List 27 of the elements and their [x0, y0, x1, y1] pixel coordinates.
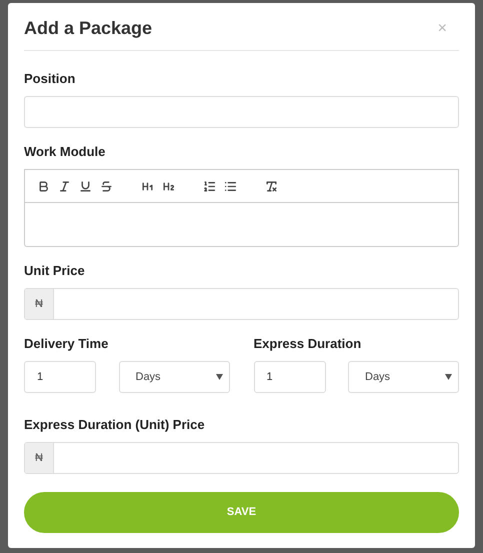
- unit-dropdown[interactable]: Days: [118, 361, 230, 393]
- underline-icon[interactable]: [79, 180, 92, 192]
- currency-prefix: ₦: [25, 443, 54, 473]
- currency-prefix: ₦: [25, 289, 54, 319]
- price-field[interactable]: ₦: [24, 288, 459, 320]
- unit-dropdown[interactable]: Days: [348, 361, 459, 393]
- dialog-title: Add a Package: [24, 17, 152, 40]
- field-label: Delivery Time: [24, 336, 110, 352]
- field-label: Unit Price: [24, 263, 86, 279]
- field-label: Express Duration (Unit) Price: [24, 417, 206, 433]
- heading-two-icon[interactable]: [162, 180, 175, 192]
- heading-one-icon[interactable]: [141, 180, 154, 192]
- price-field[interactable]: ₦: [24, 442, 459, 474]
- italic-icon[interactable]: [58, 180, 71, 192]
- clear-format-icon[interactable]: [265, 180, 278, 192]
- number-field[interactable]: 1: [24, 361, 96, 393]
- strikethrough-icon[interactable]: [100, 180, 113, 192]
- number-field[interactable]: 1: [254, 361, 326, 393]
- field-label: Position: [24, 71, 76, 87]
- caret-icon: [216, 374, 222, 380]
- numbered-list-icon[interactable]: [203, 180, 216, 192]
- field-label: Express Duration: [254, 336, 362, 352]
- field-label: Work Module: [24, 144, 106, 160]
- bullet-list-icon[interactable]: [224, 180, 237, 192]
- position-field[interactable]: [24, 96, 459, 128]
- caret-icon: [445, 374, 452, 380]
- bold-icon[interactable]: [37, 180, 50, 192]
